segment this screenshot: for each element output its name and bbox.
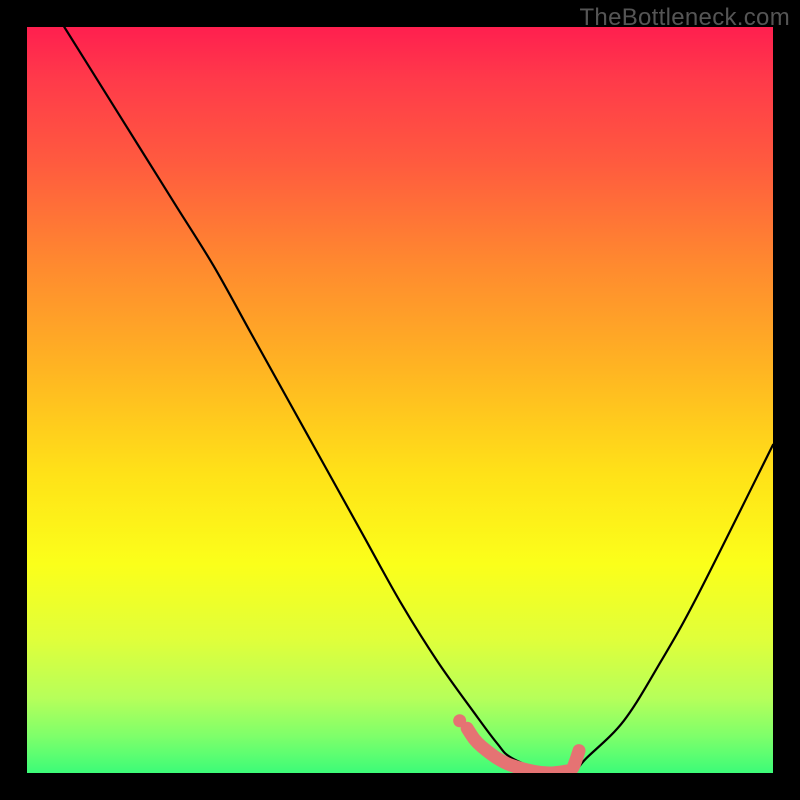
chart-svg [27, 27, 773, 773]
bottleneck-curve [64, 27, 773, 773]
optimal-range-curve [453, 714, 579, 773]
chart-stage: TheBottleneck.com [0, 0, 800, 800]
chart-plot-area [27, 27, 773, 773]
